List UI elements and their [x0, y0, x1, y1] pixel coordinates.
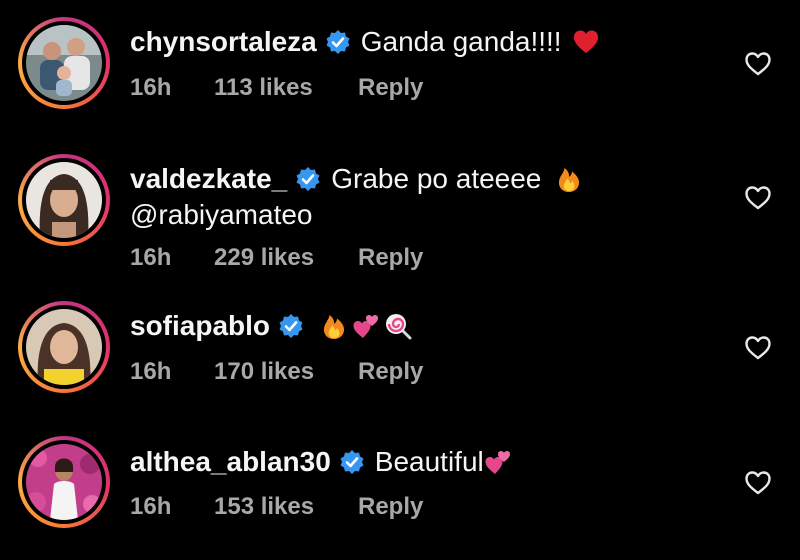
username[interactable]: althea_ablan30 [130, 445, 331, 479]
avatar [26, 25, 102, 101]
verified-badge-icon [296, 167, 320, 191]
username[interactable]: sofiapablo [130, 309, 270, 343]
fire-icon [559, 168, 580, 192]
username[interactable]: chynsortaleza [130, 25, 317, 59]
avatar-story-ring[interactable] [18, 154, 110, 246]
avatar-story-ring[interactable] [18, 436, 110, 528]
lollipop-icon [386, 314, 412, 340]
reply-button[interactable]: Reply [358, 358, 423, 386]
comment-meta: 16h 170 likes Reply [130, 358, 423, 386]
likes-count[interactable]: 113 likes [214, 74, 358, 102]
likes-count[interactable]: 170 likes [214, 358, 358, 386]
like-heart-icon[interactable] [744, 335, 772, 361]
like-heart-icon[interactable] [744, 470, 772, 496]
comment-text: Ganda ganda!!!! [360, 26, 562, 57]
family-photo-avatar [26, 25, 102, 101]
reply-button[interactable]: Reply [358, 74, 423, 102]
comment-meta: 16h 229 likes Reply [130, 244, 423, 272]
verified-badge-icon [340, 450, 364, 474]
woman-flowers-avatar [26, 444, 102, 520]
comment-text: Beautiful [374, 446, 484, 477]
comment-meta: 16h 113 likes Reply [130, 74, 423, 102]
comment-time: 16h [130, 74, 172, 101]
reply-button[interactable]: Reply [358, 244, 423, 272]
two-hearts-icon [353, 315, 379, 338]
username[interactable]: valdezkate_ [130, 162, 287, 196]
like-heart-icon[interactable] [744, 185, 772, 211]
verified-badge-icon [279, 314, 303, 338]
reply-button[interactable]: Reply [358, 493, 423, 521]
comment-time: 16h [130, 358, 172, 385]
two-hearts-icon [485, 451, 510, 474]
fire-icon [323, 315, 345, 339]
likes-count[interactable]: 153 likes [214, 493, 358, 521]
avatar [26, 444, 102, 520]
red-heart-icon [573, 30, 598, 53]
comment-text: Grabe po ateeee [331, 163, 542, 194]
mention-link[interactable]: @rabiyamateo [130, 198, 313, 232]
comment-meta: 16h 153 likes Reply [130, 493, 423, 521]
woman-yellow-avatar [26, 309, 102, 385]
verified-badge-icon [326, 30, 350, 54]
like-heart-icon[interactable] [744, 51, 772, 77]
avatar-story-ring[interactable] [18, 17, 110, 109]
avatar-story-ring[interactable] [18, 301, 110, 393]
comment-time: 16h [130, 244, 172, 271]
woman-portrait-avatar [26, 162, 102, 238]
likes-count[interactable]: 229 likes [214, 244, 358, 272]
avatar [26, 309, 102, 385]
comment-time: 16h [130, 493, 172, 520]
avatar [26, 162, 102, 238]
